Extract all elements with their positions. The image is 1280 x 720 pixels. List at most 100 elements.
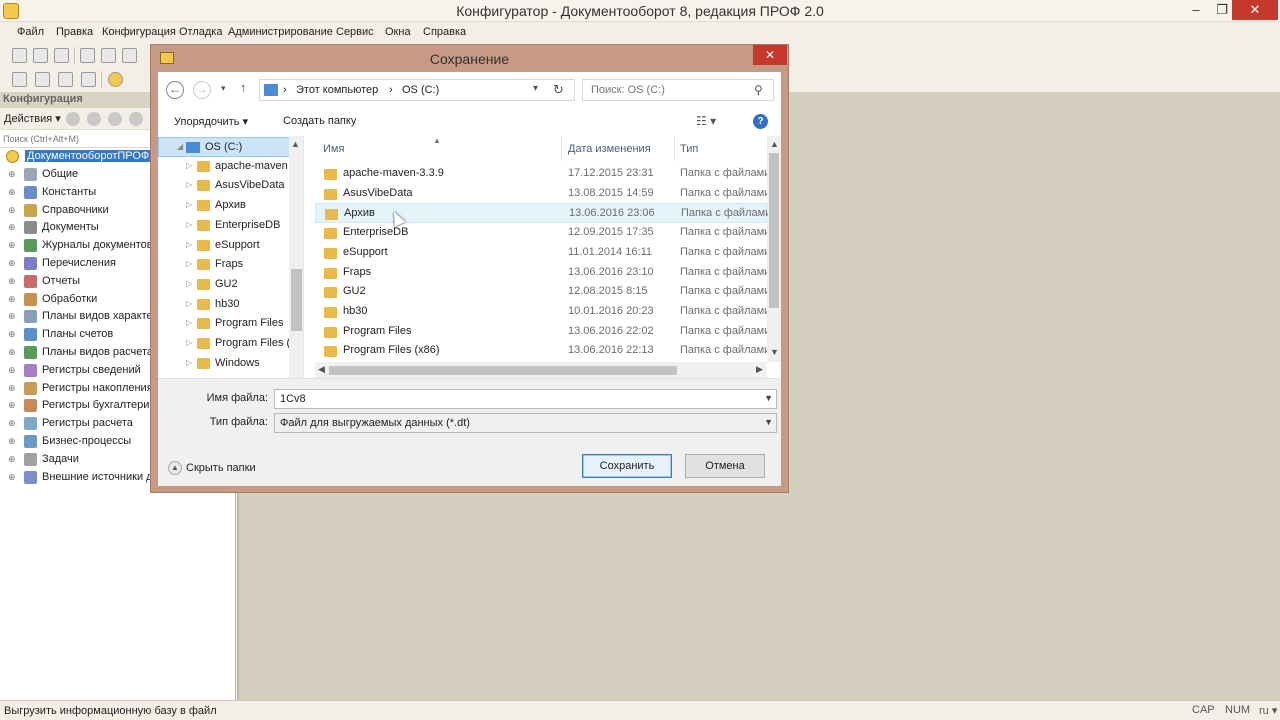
column-name[interactable]: Имя <box>323 143 344 155</box>
expand-icon[interactable]: ▷ <box>186 338 192 347</box>
file-row[interactable]: Program Files (x86) 13.06.2016 22:13 Папка… <box>315 341 767 361</box>
config-update-icon[interactable] <box>58 72 73 87</box>
file-row[interactable]: eSupport 11.01.2014 16:11 Папка с файлами <box>315 243 767 263</box>
chevron-down-icon[interactable]: ▼ <box>764 417 773 427</box>
expand-icon[interactable]: ⊕ <box>8 222 16 233</box>
config-open-icon[interactable] <box>12 72 27 87</box>
organize-button[interactable]: Упорядочить ▾ <box>174 115 248 128</box>
nav-item-folder[interactable]: ▷ AsusVibeData <box>158 176 290 196</box>
back-button[interactable]: ← <box>166 81 184 99</box>
crumb-separator[interactable]: › <box>283 84 287 96</box>
file-row[interactable]: EnterpriseDB 12.09.2015 17:35 Папка с файл… <box>315 223 767 243</box>
expand-icon[interactable]: ▷ <box>186 240 192 249</box>
collapse-icon[interactable]: ◢ <box>177 142 183 151</box>
new-file-icon[interactable] <box>12 48 27 63</box>
actions-menu[interactable]: Действия ▾ <box>4 112 61 125</box>
file-list-horizontal-scrollbar[interactable]: ◀ ▶ <box>315 362 767 378</box>
expand-icon[interactable]: ⊕ <box>8 400 16 411</box>
menu-file[interactable]: Файл <box>17 26 44 38</box>
close-button[interactable]: ✕ <box>1232 0 1278 20</box>
expand-icon[interactable]: ⊕ <box>8 365 16 376</box>
save-icon[interactable] <box>54 48 69 63</box>
file-row[interactable]: GU2 12.08.2015 8:15 Папка с файлами <box>315 282 767 302</box>
properties-icon[interactable] <box>108 112 122 126</box>
run-debug-icon[interactable] <box>108 72 123 87</box>
new-folder-button[interactable]: Создать папку <box>283 115 356 127</box>
search-input[interactable] <box>583 80 748 100</box>
expand-icon[interactable]: ⊕ <box>8 258 16 269</box>
column-type[interactable]: Тип <box>680 143 698 155</box>
edit-icon[interactable] <box>87 112 101 126</box>
file-list-vertical-scrollbar[interactable]: ▲ ▼ <box>767 136 781 362</box>
menu-edit[interactable]: Правка <box>56 26 93 38</box>
nav-item-folder[interactable]: ▷ Архив <box>158 196 290 216</box>
file-row[interactable]: Fraps 13.06.2016 23:10 Папка с файлами <box>315 263 767 283</box>
expand-icon[interactable]: ⊕ <box>8 472 16 483</box>
help-icon[interactable]: ? <box>753 114 768 129</box>
file-row[interactable]: Program Files 13.06.2016 22:02 Папка с фай… <box>315 322 767 342</box>
refresh-icon[interactable]: ↻ <box>553 82 564 98</box>
expand-icon[interactable]: ⊕ <box>8 276 16 287</box>
nav-item-folder[interactable]: ▷ hb30 <box>158 295 290 315</box>
nav-item-folder[interactable]: ▷ Windows <box>158 354 290 374</box>
filetype-select[interactable]: Файл для выгружаемых данных (*.dt) ▼ <box>274 413 777 433</box>
scroll-up-icon[interactable]: ▲ <box>770 139 779 149</box>
expand-icon[interactable]: ▷ <box>186 358 192 367</box>
expand-icon[interactable]: ▷ <box>186 161 192 170</box>
expand-icon[interactable]: ⊕ <box>8 383 16 394</box>
expand-icon[interactable]: ⊕ <box>8 418 16 429</box>
expand-icon[interactable]: ▷ <box>186 180 192 189</box>
view-options-icon[interactable]: ☷ ▾ <box>696 114 716 128</box>
menu-help[interactable]: Справка <box>423 26 466 38</box>
menu-windows[interactable]: Окна <box>385 26 411 38</box>
cancel-button[interactable]: Отмена <box>685 454 765 478</box>
config-save-icon[interactable] <box>35 72 50 87</box>
scroll-down-icon[interactable]: ▼ <box>770 347 779 357</box>
column-separator[interactable] <box>674 136 675 161</box>
expand-icon[interactable]: ⊕ <box>8 294 16 305</box>
dialog-close-button[interactable]: ✕ <box>753 45 787 65</box>
expand-icon[interactable]: ⊕ <box>8 187 16 198</box>
crumb-separator[interactable]: › <box>389 84 393 96</box>
scroll-thumb[interactable] <box>769 153 779 308</box>
expand-icon[interactable]: ▷ <box>186 220 192 229</box>
chevron-down-icon[interactable]: ▼ <box>764 393 773 403</box>
up-button[interactable]: ↑ <box>240 80 247 95</box>
nav-item-folder[interactable]: ▷ apache-maven <box>158 157 290 177</box>
address-dropdown-icon[interactable]: ▾ <box>533 83 538 94</box>
expand-icon[interactable]: ⊕ <box>8 454 16 465</box>
expand-icon[interactable]: ⊕ <box>8 240 16 251</box>
expand-icon[interactable]: ⊕ <box>8 311 16 322</box>
expand-icon[interactable]: ⊕ <box>8 347 16 358</box>
save-button[interactable]: Сохранить <box>582 454 672 478</box>
cut-icon[interactable] <box>80 48 95 63</box>
open-file-icon[interactable] <box>33 48 48 63</box>
nav-item-folder[interactable]: ▷ Program Files <box>158 314 290 334</box>
expand-icon[interactable]: ⊕ <box>8 436 16 447</box>
file-row[interactable]: AsusVibeData 13.08.2015 14:59 Папка с файл… <box>315 184 767 204</box>
expand-icon[interactable]: ▷ <box>186 318 192 327</box>
address-bar[interactable]: › Этот компьютер › OS (C:) ▾ ↻ <box>259 79 575 101</box>
expand-icon[interactable]: ▷ <box>186 200 192 209</box>
menu-administration[interactable]: Администрирование <box>228 26 333 38</box>
nav-item-folder[interactable]: ▷ GU2 <box>158 275 290 295</box>
paste-icon[interactable] <box>122 48 137 63</box>
crumb-this-pc[interactable]: Этот компьютер <box>296 84 378 96</box>
file-row[interactable]: Архив 13.06.2016 23:06 Папка с файлами <box>315 203 768 224</box>
nav-item-drive[interactable]: ◢ OS (C:) <box>158 137 290 157</box>
config-window-icon[interactable] <box>81 72 96 87</box>
forward-button[interactable]: → <box>193 81 211 99</box>
column-separator[interactable] <box>561 136 562 161</box>
filename-field[interactable]: 1Cv8 ▼ <box>274 389 777 409</box>
column-date[interactable]: Дата изменения <box>568 143 651 155</box>
navigation-scrollbar[interactable]: ▲ <box>289 136 303 378</box>
nav-item-folder[interactable]: ▷ EnterpriseDB <box>158 216 290 236</box>
scroll-up-icon[interactable]: ▲ <box>291 139 300 149</box>
scroll-thumb[interactable] <box>329 366 677 375</box>
file-row[interactable]: apache-maven-3.3.9 17.12.2015 23:31 Папка … <box>315 164 767 184</box>
expand-icon[interactable]: ▷ <box>186 279 192 288</box>
scroll-left-icon[interactable]: ◀ <box>318 364 325 375</box>
expand-icon[interactable]: ▷ <box>186 299 192 308</box>
crumb-drive[interactable]: OS (C:) <box>402 84 439 96</box>
expand-icon[interactable]: ▷ <box>186 259 192 268</box>
